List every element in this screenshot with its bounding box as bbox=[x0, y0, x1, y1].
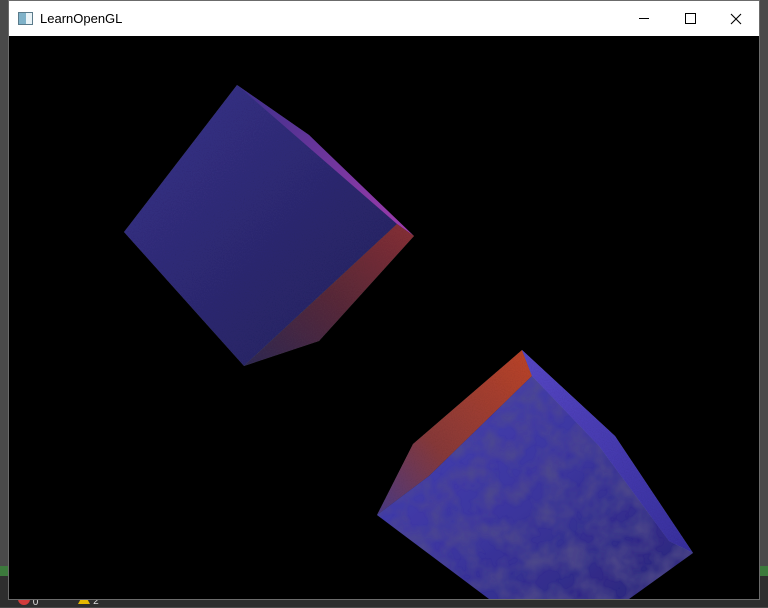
maximize-button[interactable] bbox=[667, 1, 713, 36]
cube-bottom-right bbox=[377, 350, 693, 599]
minimize-icon bbox=[639, 18, 649, 19]
app-window: LearnOpenGL bbox=[8, 0, 760, 600]
maximize-icon bbox=[684, 13, 696, 24]
title-bar[interactable]: LearnOpenGL bbox=[9, 1, 759, 36]
opengl-viewport[interactable] bbox=[9, 36, 759, 599]
app-icon bbox=[18, 12, 33, 25]
minimize-button[interactable] bbox=[621, 1, 667, 36]
cube-top-left-front-face bbox=[124, 85, 397, 366]
window-title: LearnOpenGL bbox=[40, 11, 123, 26]
close-icon bbox=[730, 13, 742, 24]
close-button[interactable] bbox=[713, 1, 759, 36]
cube-top-left bbox=[124, 85, 414, 366]
